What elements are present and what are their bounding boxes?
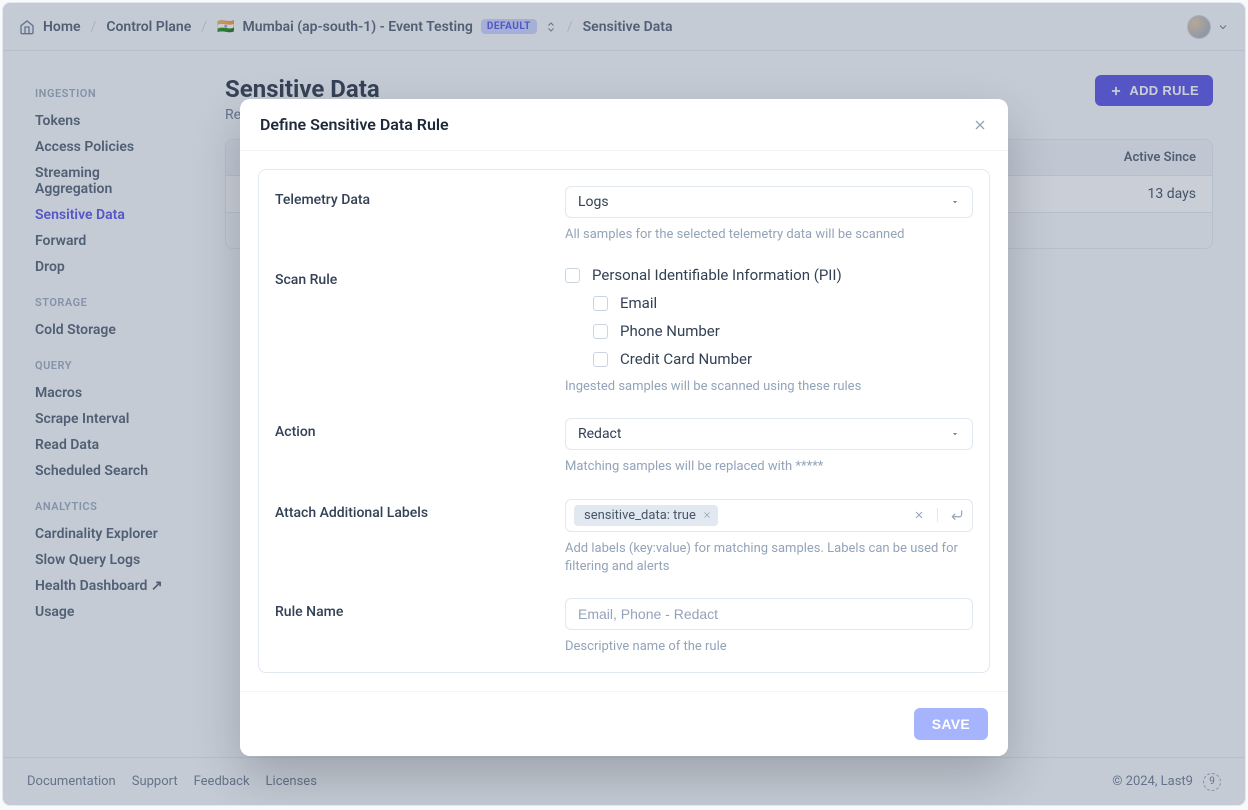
tag-remove-icon[interactable] [702,510,712,520]
modal-backdrop[interactable]: Define Sensitive Data Rule Telemetry Dat… [3,3,1245,805]
help-scan-rule: Ingested samples will be scanned using t… [565,378,973,396]
checkbox-icon [593,324,608,339]
caret-down-icon [950,429,960,439]
labels-input[interactable]: sensitive_data: true [565,499,973,532]
telemetry-select[interactable]: Logs [565,186,973,218]
checkbox-row[interactable]: Credit Card Number [593,350,973,368]
caret-down-icon [950,197,960,207]
help-action: Matching samples will be replaced with *… [565,458,973,476]
save-button[interactable]: SAVE [914,708,988,740]
define-rule-modal: Define Sensitive Data Rule Telemetry Dat… [240,99,1008,756]
help-labels: Add labels (key:value) for matching samp… [565,540,973,576]
close-icon[interactable] [972,117,988,133]
checkbox-label: Email [620,294,657,312]
checkbox-icon [593,352,608,367]
checkbox-label: Phone Number [620,322,720,340]
tag-text: sensitive_data: true [584,508,696,523]
rule-name-input[interactable] [565,598,973,630]
checkbox-pii[interactable]: Personal Identifiable Information (PII) [565,266,973,284]
enter-icon[interactable] [950,508,964,522]
telemetry-value: Logs [578,194,609,210]
checkbox-row[interactable]: Email [593,294,973,312]
label-rule-name: Rule Name [275,598,565,620]
checkbox-row[interactable]: Phone Number [593,322,973,340]
label-attach-labels: Attach Additional Labels [275,499,565,521]
modal-title: Define Sensitive Data Rule [260,115,449,134]
checkbox-pii-label: Personal Identifiable Information (PII) [592,266,842,284]
label-telemetry: Telemetry Data [275,186,565,208]
help-rule-name: Descriptive name of the rule [565,638,973,656]
checkbox-label: Credit Card Number [620,350,752,368]
action-value: Redact [578,426,621,442]
separator [937,508,938,522]
label-scan-rule: Scan Rule [275,266,565,288]
label-tag: sensitive_data: true [574,505,718,526]
help-telemetry: All samples for the selected telemetry d… [565,226,973,244]
label-action: Action [275,418,565,440]
clear-all-icon[interactable] [913,509,925,521]
checkbox-icon [565,268,580,283]
checkbox-icon [593,296,608,311]
action-select[interactable]: Redact [565,418,973,450]
